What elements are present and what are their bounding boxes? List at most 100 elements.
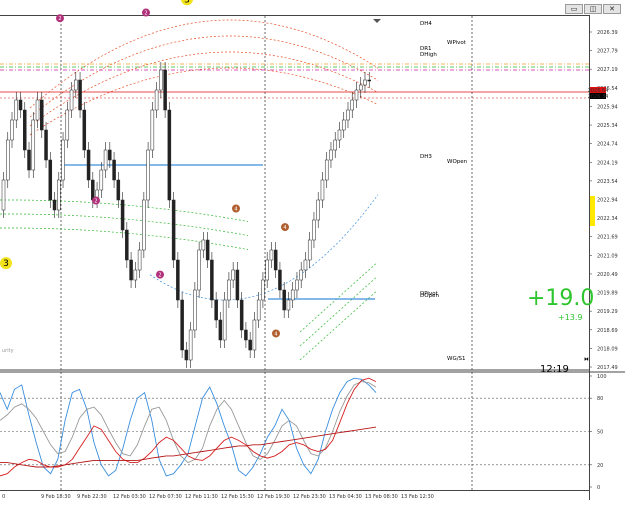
price-tick-label: 2019.29 — [597, 309, 618, 315]
candle-body — [346, 109, 350, 121]
candle-body — [52, 199, 57, 211]
candle-body — [303, 259, 308, 271]
wave-label: 2 — [158, 273, 161, 279]
time-tick-label: 9 Feb 18:30 — [41, 494, 71, 500]
time-tick-label: 9 Feb 22:30 — [77, 494, 107, 500]
price-axis-marker — [590, 196, 595, 226]
candle-body — [273, 249, 278, 271]
candle-body — [40, 99, 44, 131]
candle-body — [1, 179, 6, 211]
wave-label: 2 — [144, 11, 147, 17]
time-tick-label: 12 Feb 15:30 — [221, 494, 254, 500]
restore-button[interactable]: ◫ — [584, 4, 602, 14]
price-tick-label: 2022.34 — [597, 216, 618, 222]
candle-body — [91, 179, 95, 201]
candle-body — [133, 269, 138, 281]
candle-body — [108, 149, 112, 161]
trading-chart[interactable]: 2026.392027.792027.192026.542025.942025.… — [0, 0, 625, 510]
candle-body — [171, 199, 176, 261]
wave-label: 4 — [234, 206, 237, 212]
candle-body — [103, 149, 108, 171]
wave-label: 2 — [58, 16, 61, 22]
candle-body — [184, 349, 189, 361]
candle-body — [337, 129, 342, 141]
candle-body — [35, 99, 40, 121]
price-tick-label: 2021.09 — [597, 253, 618, 259]
candle-body — [256, 299, 261, 321]
wave-label: 2 — [94, 199, 97, 205]
candle-body — [112, 159, 116, 181]
candle-body — [235, 269, 240, 301]
price-tick-label: 2017.49 — [597, 365, 618, 371]
candle-body — [65, 109, 70, 141]
candle-body — [137, 249, 142, 271]
price-tick-label: 2023.54 — [597, 179, 618, 185]
candle-body — [324, 159, 329, 181]
pivot-label: WG/S1 — [447, 356, 466, 362]
candle-body — [320, 179, 325, 201]
time-tick-label: 13 Feb 08:30 — [365, 494, 398, 500]
candle-body — [214, 299, 218, 321]
time-tick-label: 13 Feb 12:30 — [401, 494, 434, 500]
price-tick-label: 2018.09 — [597, 346, 618, 352]
pivot-label: DOpen — [420, 293, 439, 299]
osc-tick-label: 80 — [597, 396, 603, 402]
candle-body — [82, 109, 87, 151]
candle-body — [299, 269, 303, 281]
pivot-label: WOpen — [447, 159, 468, 165]
candle-body — [159, 69, 163, 91]
candle-body — [150, 109, 155, 151]
osc-tick-label: 50 — [597, 430, 603, 436]
price-tick-label: 2019.89 — [597, 291, 618, 297]
candle-body — [248, 339, 252, 351]
candle-body — [286, 299, 291, 311]
candle-body — [146, 149, 150, 201]
candle-body — [307, 239, 312, 261]
candle-body — [265, 259, 269, 281]
time-tick-label: 0 — [2, 494, 5, 500]
price-tick-label: 2027.19 — [597, 67, 618, 73]
candle-body — [205, 239, 210, 261]
candle-body — [14, 99, 19, 121]
candle-body — [125, 229, 129, 261]
candle-body — [312, 219, 316, 241]
candle-body — [222, 299, 227, 341]
price-tick-label: 2024.74 — [597, 142, 618, 148]
candle-body — [367, 79, 371, 82]
pivot-label: DH3 — [420, 154, 432, 160]
candle-body — [363, 79, 367, 86]
wave-label: 3 — [184, 0, 190, 5]
candle-body — [116, 179, 121, 201]
time-tick-label: 12 Feb 07:30 — [149, 494, 182, 500]
time-tick-label: 12 Feb 11:30 — [185, 494, 218, 500]
time-tick-label: 12 Feb 03:30 — [113, 494, 146, 500]
price-tick-label: 2025.94 — [597, 104, 618, 110]
candle-body — [69, 89, 74, 111]
candle-body — [154, 89, 159, 111]
candle-body — [252, 319, 257, 351]
wave-label: 4 — [283, 225, 286, 231]
candle-body — [188, 329, 193, 361]
candle-body — [218, 319, 223, 341]
wave-label: 4 — [274, 331, 277, 337]
candle-body — [350, 99, 354, 111]
candle-body — [6, 139, 10, 181]
close-button[interactable]: ✕ — [603, 4, 621, 14]
price-tick-label: 2026.39 — [597, 30, 618, 36]
candle-body — [269, 249, 274, 261]
candle-body — [61, 139, 65, 181]
wave-label: 3 — [3, 259, 9, 269]
candle-body — [48, 159, 53, 201]
candle-body — [231, 269, 235, 281]
price-tick-label: 2024.19 — [597, 160, 618, 166]
price-tick-label: 2027.79 — [597, 49, 618, 55]
candle-body — [31, 119, 36, 171]
candle-body — [44, 129, 48, 161]
candle-body — [278, 269, 282, 291]
hourglass-icon: ⧗ — [583, 356, 591, 362]
candle-body — [74, 79, 78, 91]
osc-tick-label: 20 — [597, 463, 603, 469]
candle-body — [316, 199, 320, 221]
price-tag-bid-text: 2026.34 — [588, 94, 609, 100]
minimize-button[interactable]: ▭ — [565, 4, 583, 14]
